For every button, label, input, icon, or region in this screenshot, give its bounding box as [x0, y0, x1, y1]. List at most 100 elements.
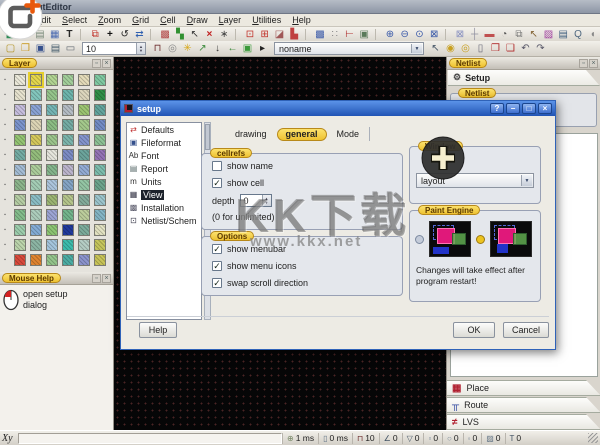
menu-draw[interactable]: Draw	[187, 15, 208, 25]
layer-swatch[interactable]	[78, 134, 90, 146]
checkbox-show-name[interactable]: show name	[212, 161, 402, 171]
app-titlebar[interactable]: LayoutEditor	[0, 0, 600, 14]
save-file-icon[interactable]: ▣	[33, 42, 48, 55]
layer-swatch[interactable]	[14, 89, 26, 101]
layer-swatch[interactable]	[78, 89, 90, 101]
layer-swatch[interactable]	[78, 74, 90, 86]
setup-nav-report[interactable]: ▤Report	[127, 162, 201, 175]
background-icon[interactable]: ✳	[180, 42, 195, 55]
layer-swatch[interactable]	[14, 104, 26, 116]
tab-mode[interactable]: Mode	[337, 129, 360, 139]
select-tool-icon[interactable]: ↖	[428, 42, 443, 55]
spin-arrows-icon[interactable]: ▲▼	[136, 43, 145, 54]
layer-swatch[interactable]	[78, 254, 90, 266]
cell-ref-icon[interactable]: ❑	[503, 42, 518, 55]
layer-swatch[interactable]	[14, 194, 26, 206]
new-cell-icon[interactable]: ◉	[443, 42, 458, 55]
panel-close-button[interactable]: ×	[589, 59, 598, 68]
ungroup-icon[interactable]: ⊞	[257, 28, 272, 41]
layer-swatch[interactable]	[46, 224, 58, 236]
menu-grid[interactable]: Grid	[132, 15, 149, 25]
paint-engine-radio-1[interactable]	[415, 235, 424, 244]
scrollbar-thumb[interactable]	[205, 124, 210, 150]
layer-swatch[interactable]	[62, 149, 74, 161]
layer-swatch[interactable]	[62, 134, 74, 146]
layer-swatch[interactable]	[46, 194, 58, 206]
panel-close-button[interactable]: ×	[102, 274, 111, 283]
export-image-icon[interactable]: ▤	[48, 42, 63, 55]
merge-icon[interactable]: ◪	[272, 28, 287, 41]
delete-cell-icon[interactable]: ▯	[473, 42, 488, 55]
layer-swatch[interactable]	[94, 179, 106, 191]
paint-engine-radio-2[interactable]	[476, 235, 485, 244]
layer-swatch[interactable]	[78, 119, 90, 131]
layer-swatch[interactable]	[78, 209, 90, 221]
layer-swatch[interactable]	[46, 119, 58, 131]
netlist-setup-section[interactable]: ⚙ Setup	[448, 70, 600, 86]
select-region-icon[interactable]: ⊠	[453, 28, 468, 41]
chevron-down-icon[interactable]: ▼	[411, 44, 422, 53]
layer-swatch[interactable]	[62, 209, 74, 221]
doc-image-icon[interactable]: ▤	[556, 28, 571, 41]
layer-swatch[interactable]	[46, 239, 58, 251]
panel-float-button[interactable]: ▫	[579, 59, 588, 68]
layer-swatch[interactable]	[30, 179, 42, 191]
layer-swatch[interactable]	[46, 209, 58, 221]
cell-copy-icon[interactable]: ❒	[488, 42, 503, 55]
cancel-button[interactable]: Cancel	[503, 322, 549, 338]
layer-swatch[interactable]	[14, 254, 26, 266]
layer-swatch[interactable]	[94, 134, 106, 146]
dialog-titlebar[interactable]: setup ?−□×	[121, 101, 555, 116]
setup-nav-defaults[interactable]: ⇄Defaults	[127, 123, 201, 136]
open-cell-icon[interactable]: ◎	[458, 42, 473, 55]
panel-float-button[interactable]: ▫	[92, 59, 101, 68]
layer-swatch[interactable]	[14, 209, 26, 221]
layer-swatch[interactable]	[62, 224, 74, 236]
layer-swatch[interactable]	[94, 209, 106, 221]
timer-icon[interactable]: ◔	[497, 28, 512, 41]
layer-swatch[interactable]	[94, 224, 106, 236]
layer-swatch[interactable]	[30, 119, 42, 131]
layer-swatch[interactable]	[78, 104, 90, 116]
checkbox-show-menu-icons[interactable]: ✓show menu icons	[212, 261, 402, 271]
layer-swatch[interactable]	[30, 164, 42, 176]
layer-swatch[interactable]	[46, 179, 58, 191]
move-icon[interactable]: +	[103, 28, 118, 41]
flag-icon[interactable]: ▸	[255, 42, 270, 55]
layer-swatch[interactable]	[30, 104, 42, 116]
section-place[interactable]: ▦Place	[447, 380, 600, 396]
layer-swatch[interactable]	[30, 149, 42, 161]
arrow-up-icon[interactable]: ↗	[195, 42, 210, 55]
new-file-icon[interactable]: ▢	[3, 42, 18, 55]
zoom-in-icon[interactable]: ⊕	[383, 28, 398, 41]
resize-grip[interactable]	[588, 433, 598, 443]
properties-icon[interactable]: ∗	[217, 28, 232, 41]
dialog-maximize-button[interactable]: □	[522, 103, 536, 114]
layer-swatch[interactable]	[94, 149, 106, 161]
hierarchy-icon[interactable]: ⊢	[342, 28, 357, 41]
zoom-out-icon[interactable]: ⊖	[397, 28, 412, 41]
layer-swatch[interactable]	[62, 104, 74, 116]
menu-select[interactable]: Select	[62, 15, 87, 25]
duplicate-view-icon[interactable]: ⧉	[512, 28, 527, 41]
layer-swatch[interactable]	[14, 239, 26, 251]
menu-zoom[interactable]: Zoom	[98, 15, 121, 25]
pick-icon[interactable]: ↖	[526, 28, 541, 41]
layer-swatch[interactable]	[14, 119, 26, 131]
layer-swatch[interactable]	[78, 149, 90, 161]
select-shape-icon[interactable]: ▩	[158, 28, 173, 41]
undo-icon[interactable]: ↶	[518, 42, 533, 55]
layer-swatch[interactable]	[94, 119, 106, 131]
layer-swatch[interactable]	[62, 254, 74, 266]
pointer-icon[interactable]: ↖	[187, 28, 202, 41]
copy-icon[interactable]: ⧉	[88, 28, 103, 41]
layer-swatch[interactable]	[62, 119, 74, 131]
netlist-panel-header[interactable]: Netlist ▫×	[447, 57, 600, 70]
layer-swatch[interactable]	[78, 164, 90, 176]
checkbox-swap-scroll-direction[interactable]: ✓swap scroll direction	[212, 278, 402, 288]
layer-swatch[interactable]	[46, 149, 58, 161]
select-cell-icon[interactable]: ▚	[173, 28, 188, 41]
layer-swatch[interactable]	[46, 89, 58, 101]
menu-help[interactable]: Help	[292, 15, 311, 25]
layer-swatch[interactable]	[46, 74, 58, 86]
